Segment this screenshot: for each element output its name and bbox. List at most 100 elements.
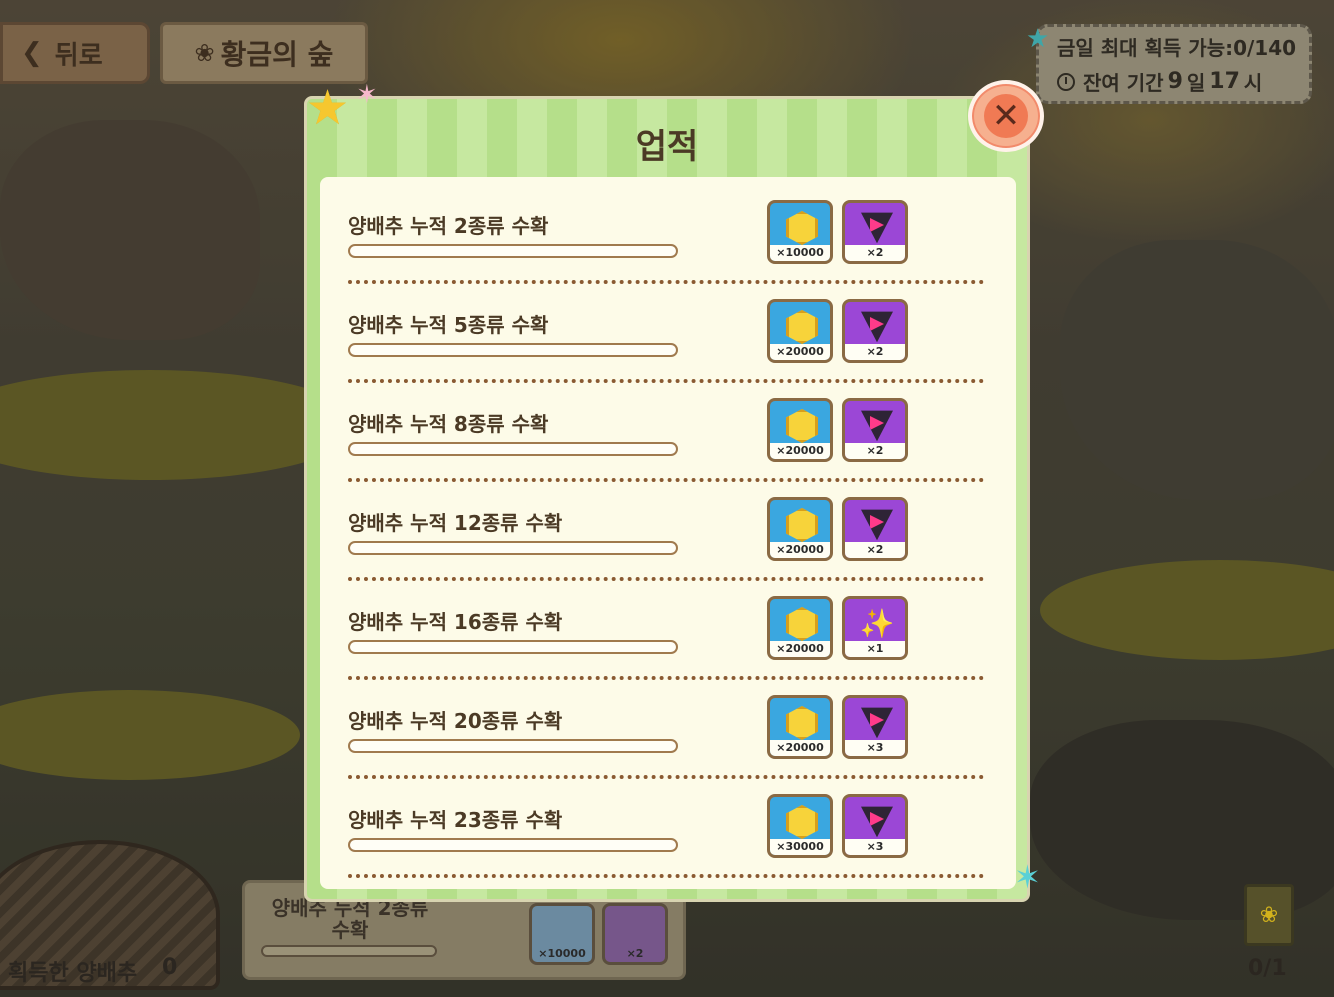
gold-coin-icon — [786, 409, 818, 443]
remaining-time-row: 잔여 기간 9 일 17 시 — [1057, 67, 1309, 96]
remaining-hours: 17 — [1209, 69, 1240, 94]
achievement-progress-bar — [348, 244, 678, 258]
gold-reward-qty: ×20000 — [770, 443, 830, 459]
gold-reward-qty: ×20000 — [770, 740, 830, 756]
close-icon: ✕ — [984, 94, 1028, 138]
row-divider — [348, 379, 984, 383]
background-card-progress — [261, 945, 437, 957]
event-info-panel: 금일 최대 획득 가능:0/140 잔여 기간 9 일 17 시 — [1036, 24, 1312, 104]
background-card-item-qty: ×2 — [626, 947, 644, 960]
gold-reward-qty: ×30000 — [770, 839, 830, 855]
gold-coin-icon — [786, 805, 818, 839]
gold-reward[interactable]: ×30000 — [767, 794, 833, 858]
crystal-triangle-icon — [861, 410, 893, 442]
item-reward-qty: ×2 — [845, 443, 905, 459]
crystal-reward[interactable]: ×2 — [842, 299, 908, 363]
achievement-row: 양배추 누적 16종류 수확 ×20000 ✨ ×1 — [348, 596, 988, 695]
achievement-title: 양배추 누적 12종류 수확 — [348, 511, 563, 535]
row-divider — [348, 577, 984, 581]
remaining-prefix: 잔여 기간 — [1083, 71, 1164, 95]
item-reward-qty: ×2 — [845, 542, 905, 558]
hour-unit: 시 — [1243, 71, 1263, 95]
gold-reward[interactable]: ×20000 — [767, 497, 833, 561]
achievement-row: 양배추 누적 23종류 수확 ×30000 ×3 — [348, 794, 988, 893]
star-icon: ★ — [306, 80, 350, 136]
achievement-title: 양배추 누적 8종류 수확 — [348, 412, 549, 436]
close-button[interactable]: ✕ — [968, 80, 1044, 152]
achievement-row: 양배추 누적 8종류 수확 ×20000 ×2 — [348, 398, 988, 497]
item-reward-qty: ×3 — [845, 839, 905, 855]
seed-count: 0/1 — [1248, 956, 1287, 981]
achievement-title: 양배추 누적 5종류 수확 — [348, 313, 549, 337]
row-divider — [348, 676, 984, 680]
achievement-title: 양배추 누적 2종류 수확 — [348, 214, 549, 238]
row-divider — [348, 874, 984, 878]
gold-reward-qty: ×10000 — [770, 245, 830, 261]
gold-reward-qty: ×20000 — [770, 641, 830, 657]
gold-reward-qty: ×20000 — [770, 542, 830, 558]
item-reward-qty: ×1 — [845, 641, 905, 657]
achievement-progress-bar — [348, 442, 678, 456]
gold-coin-icon — [786, 508, 818, 542]
achievement-progress-bar — [348, 640, 678, 654]
magic-wand-icon: ✨ — [859, 606, 895, 640]
gold-coin-icon: ×10000 — [529, 903, 595, 965]
crystal-reward[interactable]: ×2 — [842, 497, 908, 561]
daily-max-label: 금일 최대 획득 가능:0/140 — [1057, 36, 1297, 60]
gold-coin-icon — [786, 706, 818, 740]
crystal-reward[interactable]: ×2 — [842, 200, 908, 264]
gold-coin-icon — [786, 211, 818, 245]
achievement-progress-bar — [348, 838, 678, 852]
gold-coin-icon — [786, 607, 818, 641]
row-divider — [348, 478, 984, 482]
achievement-progress-bar — [348, 343, 678, 357]
achievement-row: 양배추 누적 20종류 수확 ×20000 ×3 — [348, 695, 988, 794]
wand-reward[interactable]: ✨ ×1 — [842, 596, 908, 660]
crystal-reward[interactable]: ×2 — [842, 398, 908, 462]
day-unit: 일 — [1186, 71, 1206, 95]
crystal-triangle-icon — [861, 311, 893, 343]
row-divider — [348, 775, 984, 779]
achievement-title: 양배추 누적 23종류 수확 — [348, 808, 563, 832]
crystal-reward[interactable]: ×3 — [842, 695, 908, 759]
background-card-gold-qty: ×10000 — [538, 947, 586, 960]
star-icon: ✶ — [1014, 858, 1041, 896]
obtained-count: 0 — [162, 955, 178, 980]
back-button[interactable]: ❮ 뒤로 — [0, 22, 150, 84]
gold-reward[interactable]: ×10000 — [767, 200, 833, 264]
sprout-icon: ❀ — [194, 39, 215, 67]
clock-icon — [1057, 72, 1075, 91]
row-divider — [348, 280, 984, 284]
area-title: 황금의 숲 — [220, 38, 334, 71]
item-reward-qty: ×2 — [845, 344, 905, 360]
achievement-progress-bar — [348, 541, 678, 555]
gold-coin-icon — [786, 310, 818, 344]
gold-reward[interactable]: ×20000 — [767, 695, 833, 759]
background-card-title: 양배추 누적 2종류 수확 — [271, 896, 429, 942]
gold-reward[interactable]: ×20000 — [767, 596, 833, 660]
chevron-left-icon: ❮ — [21, 38, 43, 68]
star-icon: ✶ — [356, 80, 378, 110]
crystal-triangle-icon — [861, 212, 893, 244]
achievement-title: 양배추 누적 16종류 수확 — [348, 610, 563, 634]
daily-max-row: 금일 최대 획득 가능:0/140 — [1057, 32, 1309, 61]
gold-reward[interactable]: ×20000 — [767, 299, 833, 363]
crystal-triangle-icon — [861, 509, 893, 541]
crystal-triangle-icon: ×2 — [602, 903, 668, 965]
remaining-days: 9 — [1167, 69, 1183, 94]
item-reward-qty: ×2 — [845, 245, 905, 261]
achievement-row: 양배추 누적 5종류 수확 ×20000 ×2 — [348, 299, 988, 398]
obtained-label: 획득한 양배추 — [8, 961, 138, 986]
area-title-sign: ❀ 황금의 숲 — [160, 22, 368, 84]
crystal-reward[interactable]: ×3 — [842, 794, 908, 858]
crystal-triangle-icon — [861, 806, 893, 838]
star-icon: ★ — [1026, 24, 1050, 54]
achievement-row: 양배추 누적 2종류 수확 ×10000 ×2 — [348, 200, 988, 299]
gold-reward[interactable]: ×20000 — [767, 398, 833, 462]
seed-pack-icon[interactable]: ❀ — [1244, 884, 1294, 946]
modal-title: 업적 — [635, 127, 699, 167]
achievement-row: 양배추 누적 12종류 수확 ×20000 ×2 — [348, 497, 988, 596]
achievement-progress-bar — [348, 739, 678, 753]
crystal-triangle-icon — [861, 707, 893, 739]
item-reward-qty: ×3 — [845, 740, 905, 756]
